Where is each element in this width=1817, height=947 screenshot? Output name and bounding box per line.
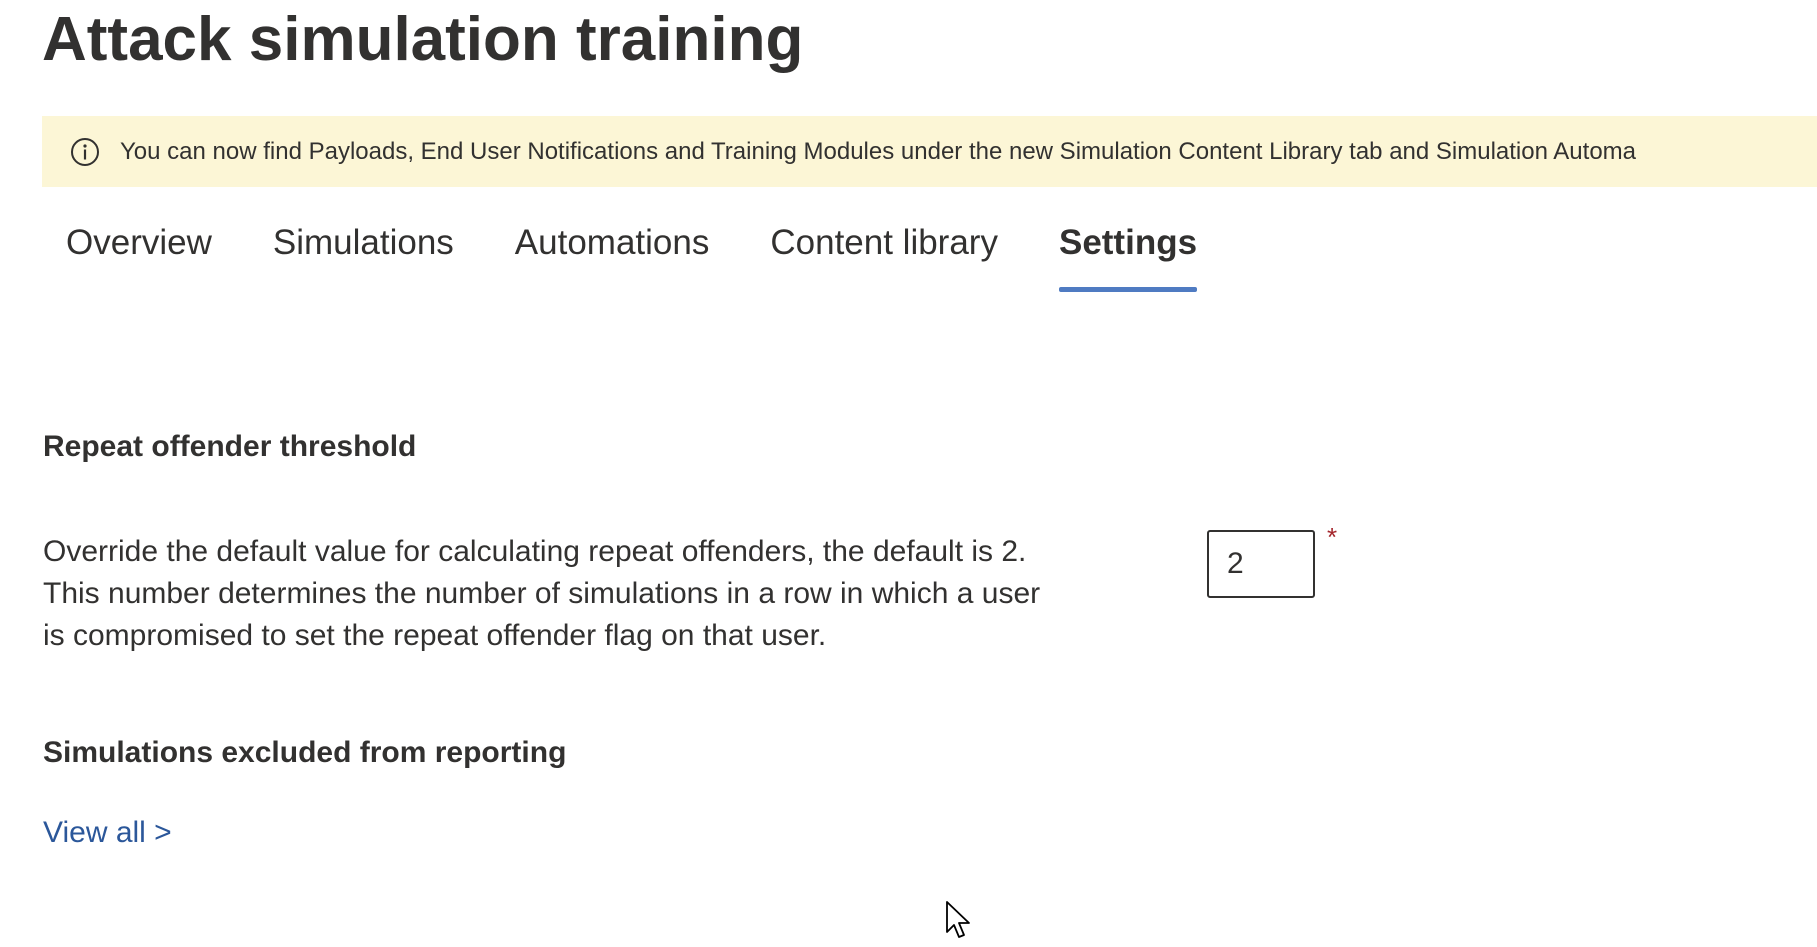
- tab-bar: Overview Simulations Automations Content…: [42, 208, 1234, 292]
- info-banner: You can now find Payloads, End User Noti…: [42, 116, 1817, 187]
- required-marker: *: [1327, 522, 1338, 552]
- repeat-offender-description: Override the default value for calculati…: [43, 535, 1041, 652]
- settings-page: Attack simulation training You can now f…: [0, 0, 1817, 947]
- info-icon: [71, 137, 99, 166]
- repeat-offender-heading: Repeat offender threshold: [43, 430, 417, 463]
- banner-message: You can now find Payloads, End User Noti…: [120, 137, 1637, 165]
- repeat-offender-threshold-input[interactable]: [1207, 530, 1315, 598]
- tab-settings[interactable]: Settings: [1035, 208, 1221, 292]
- page-title: Attack simulation training: [42, 5, 804, 74]
- view-all-link[interactable]: View all >: [43, 816, 172, 850]
- mouse-pointer-icon: [946, 901, 970, 938]
- tab-overview[interactable]: Overview: [42, 208, 236, 292]
- tab-content-library[interactable]: Content library: [746, 208, 1022, 292]
- tab-simulations[interactable]: Simulations: [249, 208, 478, 292]
- tab-automations[interactable]: Automations: [491, 208, 734, 292]
- excluded-simulations-heading: Simulations excluded from reporting: [43, 736, 567, 769]
